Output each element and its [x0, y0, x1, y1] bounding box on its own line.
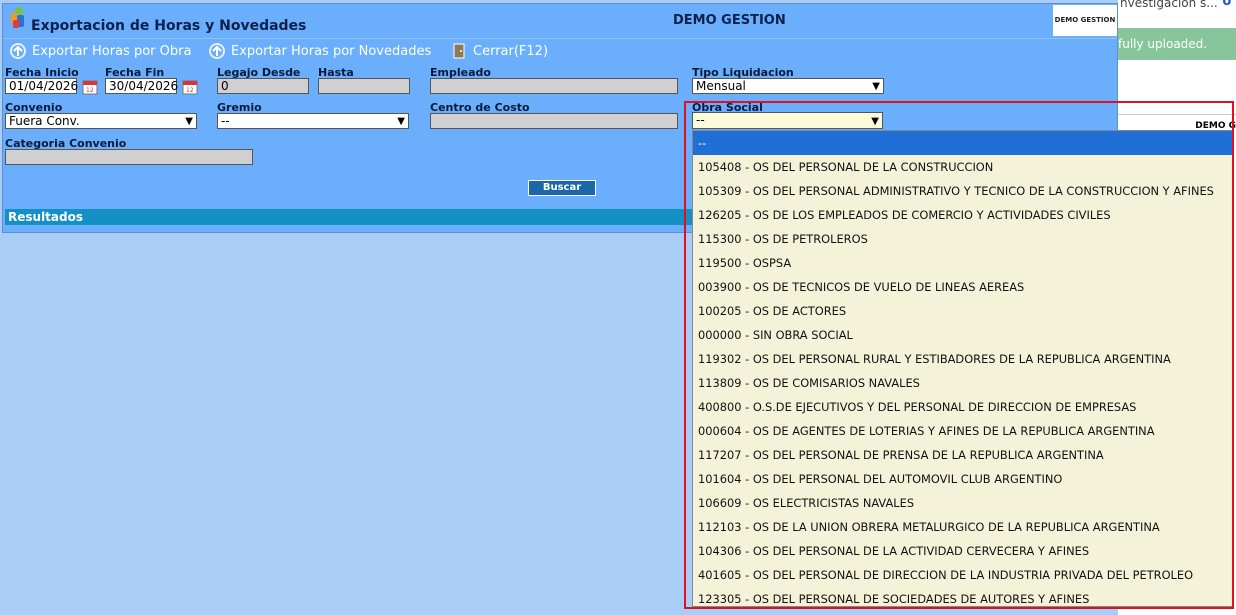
- menu-label: Exportar Horas por Obra: [32, 43, 192, 59]
- dropdown-option[interactable]: 106609 - OS ELECTRICISTAS NAVALES: [693, 491, 1233, 515]
- dropdown-option[interactable]: 101604 - OS DEL PERSONAL DEL AUTOMOVIL C…: [693, 467, 1233, 491]
- upload-toast: fully uploaded.: [1118, 28, 1236, 60]
- empleado-input[interactable]: [430, 78, 678, 94]
- close-door-icon: [453, 43, 465, 59]
- calendar-icon[interactable]: 12: [181, 78, 199, 96]
- select-value: Fuera Conv.: [9, 114, 80, 128]
- dropdown-option[interactable]: 123305 - OS DEL PERSONAL DE SOCIEDADES D…: [693, 587, 1233, 606]
- select-value: Mensual: [696, 79, 746, 93]
- hasta-input[interactable]: [318, 78, 410, 94]
- fecha-inicio-input[interactable]: 01/04/2026: [5, 78, 78, 94]
- obra-social-select[interactable]: -- ▼: [692, 112, 883, 129]
- buscar-button[interactable]: Buscar: [528, 180, 596, 196]
- dropdown-option[interactable]: 105309 - OS DEL PERSONAL ADMINISTRATIVO …: [693, 179, 1233, 203]
- dropdown-option[interactable]: 113809 - OS DE COMISARIOS NAVALES: [693, 371, 1233, 395]
- dropdown-option[interactable]: 100205 - OS DE ACTORES: [693, 299, 1233, 323]
- calendar-icon[interactable]: 12: [81, 78, 99, 96]
- gremio-select[interactable]: -- ▼: [217, 113, 409, 129]
- dropdown-option[interactable]: 126205 - OS DE LOS EMPLEADOS DE COMERCIO…: [693, 203, 1233, 227]
- convenio-select[interactable]: Fuera Conv. ▼: [5, 113, 197, 129]
- legajo-desde-input[interactable]: 0: [217, 78, 309, 94]
- dropdown-option[interactable]: 003900 - OS DE TECNICOS DE VUELO DE LINE…: [693, 275, 1233, 299]
- app-icon: [11, 7, 24, 28]
- background-icon: U: [1222, 0, 1232, 8]
- chevron-down-icon: ▼: [872, 81, 880, 92]
- dropdown-option[interactable]: 000000 - SIN OBRA SOCIAL: [693, 323, 1233, 347]
- dropdown-option[interactable]: 117207 - OS DEL PERSONAL DE PRENSA DE LA…: [693, 443, 1233, 467]
- chevron-down-icon: ▼: [185, 116, 193, 127]
- dropdown-option[interactable]: 104306 - OS DEL PERSONAL DE LA ACTIVIDAD…: [693, 539, 1233, 563]
- dropdown-option[interactable]: 000604 - OS DE AGENTES DE LOTERIAS Y AFI…: [693, 419, 1233, 443]
- export-icon: [10, 43, 26, 59]
- menu-bar: Exportar Horas por Obra Exportar Horas p…: [3, 38, 1117, 63]
- menu-label: Exportar Horas por Novedades: [231, 43, 432, 59]
- svg-text:12: 12: [186, 87, 194, 94]
- svg-text:12: 12: [86, 87, 94, 94]
- dropdown-option[interactable]: --: [693, 131, 1233, 155]
- export-icon: [209, 43, 225, 59]
- dropdown-option[interactable]: 401605 - OS DEL PERSONAL DE DIRECCION DE…: [693, 563, 1233, 587]
- menu-export-by-obra[interactable]: Exportar Horas por Obra: [9, 41, 191, 61]
- fecha-fin-input[interactable]: 30/04/2026: [105, 78, 178, 94]
- company-logo: DEMO GESTION: [1053, 5, 1117, 36]
- centro-costo-input[interactable]: [430, 113, 678, 129]
- dropdown-option[interactable]: 105408 - OS DEL PERSONAL DE LA CONSTRUCC…: [693, 155, 1233, 179]
- background-tab-text: nvestigación s...: [1120, 0, 1218, 10]
- select-value: --: [221, 114, 230, 128]
- menu-close[interactable]: Cerrar(F12): [450, 41, 548, 61]
- window-title: Exportacion de Horas y Novedades: [31, 18, 307, 34]
- chevron-down-icon: ▼: [871, 116, 879, 127]
- menu-export-by-novedades[interactable]: Exportar Horas por Novedades: [208, 41, 431, 61]
- company-name: DEMO GESTION: [673, 13, 786, 28]
- dropdown-option[interactable]: 119500 - OSPSA: [693, 251, 1233, 275]
- tipo-liquidacion-select[interactable]: Mensual ▼: [692, 78, 884, 94]
- title-bar: Exportacion de Horas y Novedades DEMO GE…: [3, 4, 1117, 37]
- dropdown-option[interactable]: 115300 - OS DE PETROLEROS: [693, 227, 1233, 251]
- menu-label: Cerrar(F12): [473, 43, 549, 59]
- select-value: --: [696, 113, 705, 127]
- chevron-down-icon: ▼: [397, 116, 405, 127]
- dropdown-option[interactable]: 400800 - O.S.DE EJECUTIVOS Y DEL PERSONA…: [693, 395, 1233, 419]
- obra-social-dropdown[interactable]: -- 105408 - OS DEL PERSONAL DE LA CONSTR…: [692, 130, 1234, 607]
- dropdown-option[interactable]: 112103 - OS DE LA UNION OBRERA METALURGI…: [693, 515, 1233, 539]
- dropdown-option[interactable]: 119302 - OS DEL PERSONAL RURAL Y ESTIBAD…: [693, 347, 1233, 371]
- categoria-convenio-input[interactable]: [5, 149, 253, 165]
